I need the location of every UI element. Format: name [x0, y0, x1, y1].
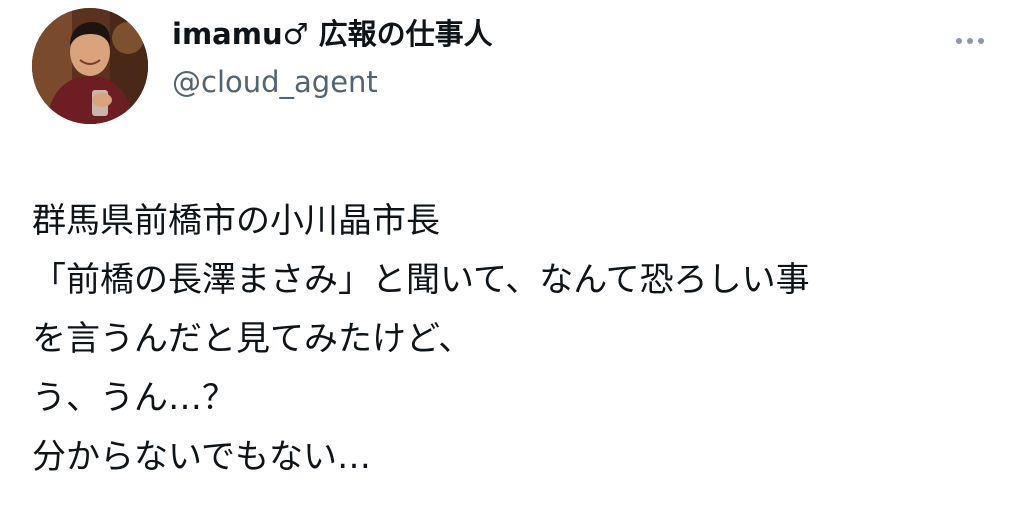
tweet-text-line: 群馬県前橋市の小川晶市長 [32, 201, 440, 241]
tweet-text-line: 分からないでもない… [32, 437, 371, 477]
tweet-card: imamu♂ 広報の仕事人 @cloud_agent 群馬県前橋市の小川晶市長 … [0, 0, 1024, 516]
tweet-text-line: 「前橋の長澤まさみ」と聞いて、なんて恐ろしい事 [32, 260, 810, 300]
user-handle[interactable]: @cloud_agent [172, 62, 493, 102]
author-block: imamu♂ 広報の仕事人 @cloud_agent [172, 14, 493, 102]
more-horizontal-icon-dot-3 [978, 38, 984, 44]
tweet-text-line: を言うんだと見てみたけど、 [32, 319, 473, 359]
tweet-text-line: う、うん…？ [32, 378, 236, 418]
tweet-text: 群馬県前橋市の小川晶市長 「前橋の長澤まさみ」と聞いて、なんて恐ろしい事 を言う… [32, 192, 1012, 487]
avatar[interactable] [32, 8, 148, 124]
more-button[interactable] [944, 26, 996, 56]
more-horizontal-icon [956, 38, 962, 44]
more-horizontal-icon-dot-2 [967, 38, 973, 44]
avatar-photo [32, 8, 148, 124]
display-name[interactable]: imamu♂ 広報の仕事人 [172, 14, 493, 54]
